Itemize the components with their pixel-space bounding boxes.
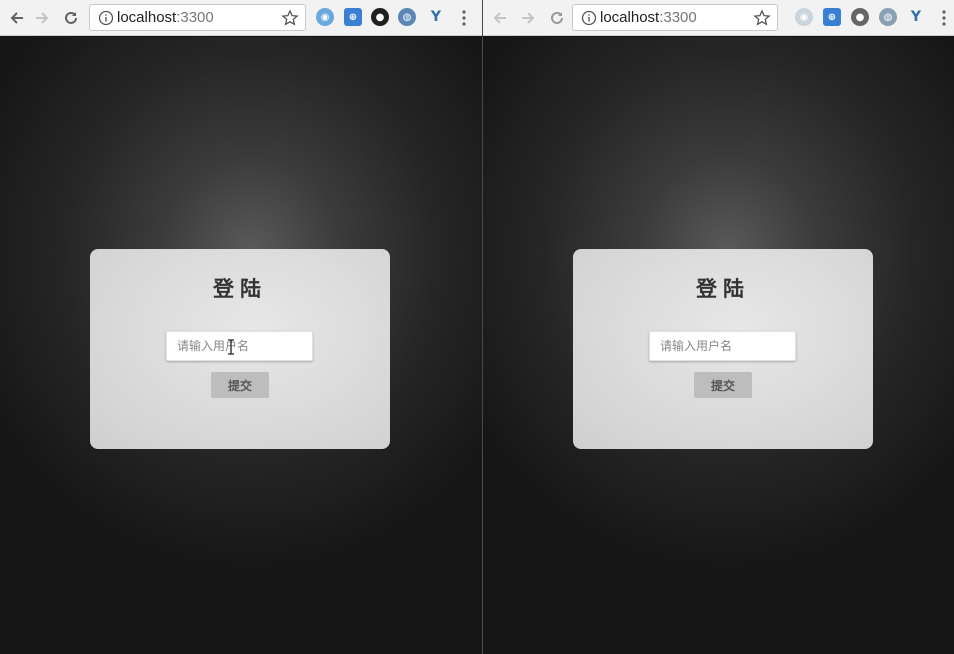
menu-dots-icon[interactable] (941, 8, 947, 28)
reload-button[interactable] (546, 7, 568, 29)
page-viewport: 登陆 提交 (0, 37, 482, 654)
browser-toolbar: localhost:3300 ◉ ⊕ ● ◍ Y (483, 0, 954, 36)
browser-window-left: localhost:3300 ◉ ⊕ ● ◍ Y 登陆 提交 (0, 0, 482, 654)
submit-button[interactable]: 提交 (211, 372, 269, 398)
forward-button[interactable] (517, 7, 539, 29)
bookmark-star-icon[interactable] (753, 9, 771, 27)
camera-lens-icon[interactable]: ● (851, 8, 869, 26)
address-bar[interactable]: localhost:3300 (89, 4, 306, 31)
submit-button[interactable]: 提交 (694, 372, 752, 398)
url-text: localhost:3300 (600, 9, 697, 26)
text-cursor-icon (228, 339, 234, 355)
back-button[interactable] (489, 7, 511, 29)
login-card: 登陆 提交 (573, 249, 873, 449)
forward-arrow-icon (36, 12, 49, 24)
browser-toolbar: localhost:3300 ◉ ⊕ ● ◍ Y (0, 0, 482, 36)
browser-window-right: localhost:3300 ◉ ⊕ ● ◍ Y 登陆 提交 (483, 0, 954, 654)
back-arrow-icon (10, 12, 23, 24)
archive-badge-icon[interactable]: ⊕ (344, 8, 362, 26)
forward-arrow-icon (522, 12, 535, 24)
vue-devtools-icon[interactable]: Y (907, 8, 925, 26)
login-title: 登陆 (696, 277, 750, 301)
safari-compass-icon[interactable]: ◉ (316, 8, 334, 26)
forward-button[interactable] (31, 7, 53, 29)
login-card: 登陆 提交 (90, 249, 390, 449)
reload-icon (551, 11, 563, 24)
info-icon[interactable] (98, 10, 114, 26)
reload-icon (65, 11, 77, 24)
page-viewport: 登陆 提交 (483, 37, 954, 654)
camera-lens-icon[interactable]: ● (371, 8, 389, 26)
vue-devtools-icon[interactable]: Y (427, 8, 445, 26)
globe-icon[interactable]: ◍ (879, 8, 897, 26)
url-text: localhost:3300 (117, 9, 214, 26)
info-icon[interactable] (581, 10, 597, 26)
back-arrow-icon (493, 12, 506, 24)
archive-badge-icon[interactable]: ⊕ (823, 8, 841, 26)
back-button[interactable] (6, 7, 28, 29)
username-input[interactable] (166, 331, 313, 361)
bookmark-star-icon[interactable] (281, 9, 299, 27)
username-input[interactable] (649, 331, 796, 361)
address-bar[interactable]: localhost:3300 (572, 4, 778, 31)
safari-compass-icon[interactable]: ◉ (795, 8, 813, 26)
login-title: 登陆 (213, 277, 267, 301)
menu-dots-icon[interactable] (461, 8, 467, 28)
reload-button[interactable] (60, 7, 82, 29)
globe-icon[interactable]: ◍ (398, 8, 416, 26)
